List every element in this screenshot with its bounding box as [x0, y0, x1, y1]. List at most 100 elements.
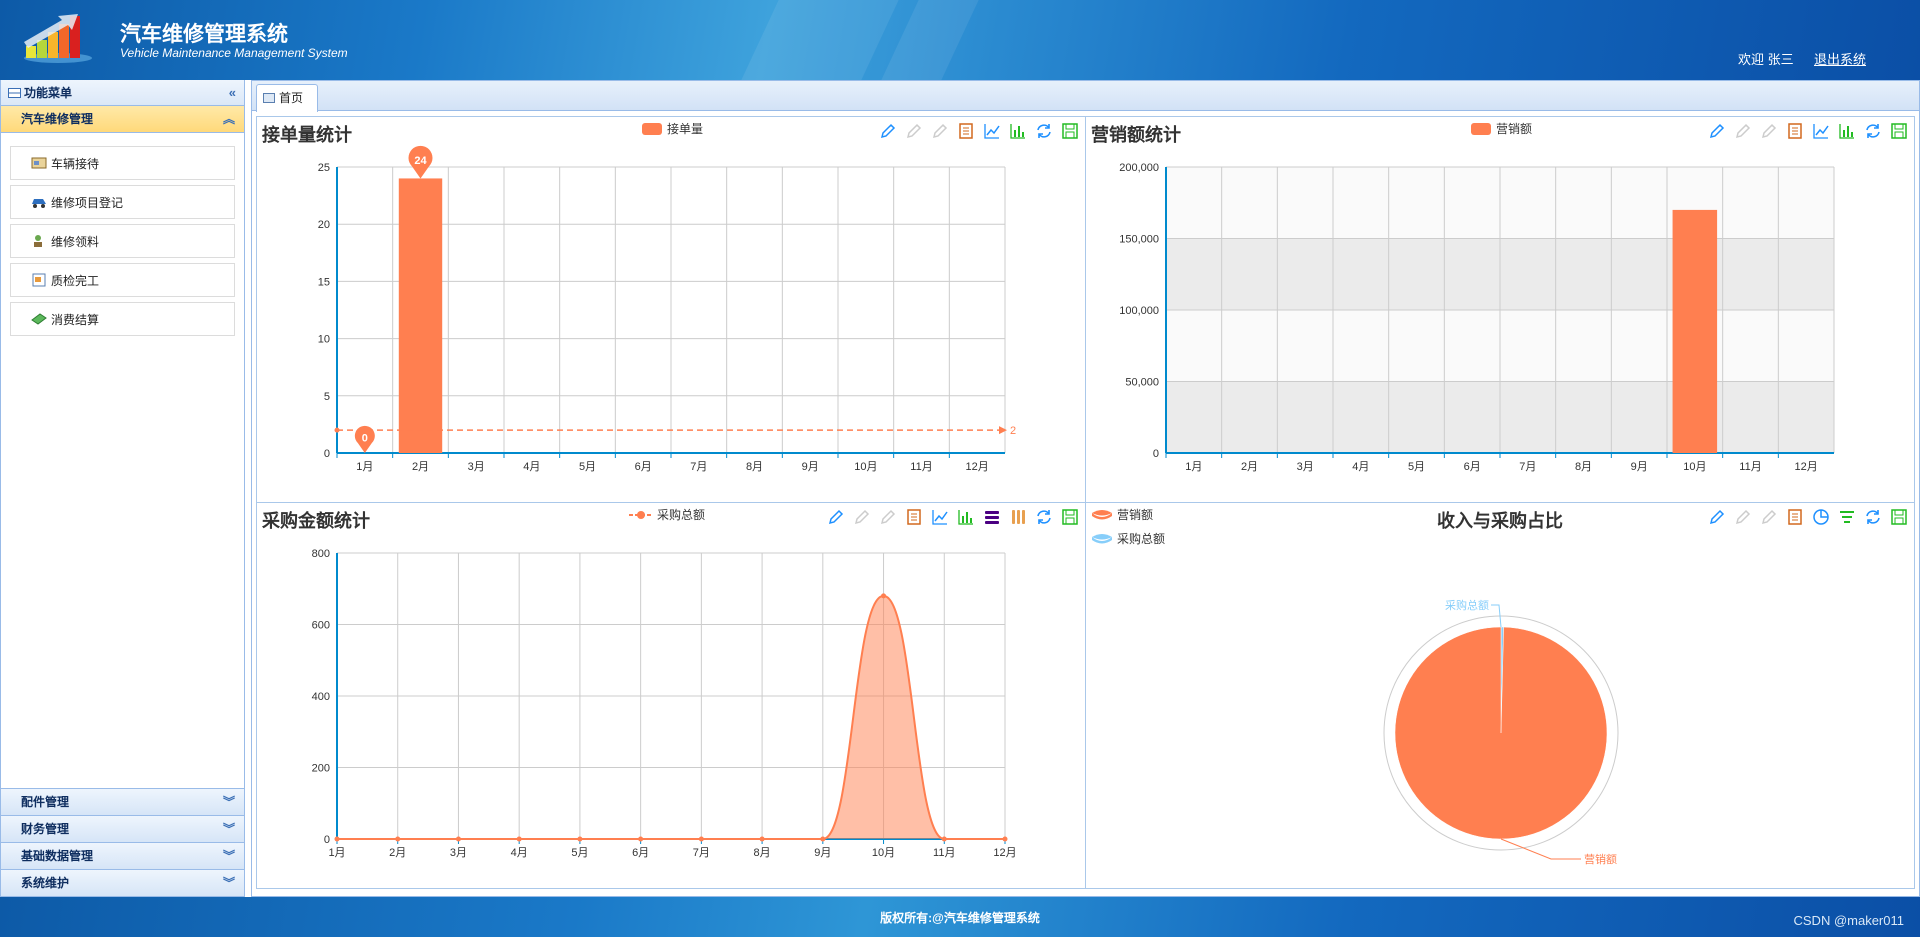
restore-icon[interactable]	[1864, 508, 1882, 526]
data-point	[395, 836, 401, 842]
y-tick-label: 10	[318, 334, 330, 346]
save-icon[interactable]	[1061, 508, 1079, 526]
app-logo	[24, 14, 92, 63]
legend-label: 采购总额	[1117, 532, 1166, 546]
chart-legend[interactable]: 接单量	[642, 120, 703, 137]
line-icon[interactable]	[983, 122, 1001, 140]
menu-item-repair-materials[interactable]: 维修领料	[10, 224, 235, 258]
inspection-icon	[32, 273, 46, 287]
bar-icon-part	[962, 516, 964, 523]
chart-title: 收入与采购占比	[1437, 511, 1563, 532]
mark-undo-icon-part	[1735, 509, 1751, 525]
menu-item-settlement[interactable]: 消费结算	[10, 302, 235, 336]
bar-icon[interactable]	[957, 508, 975, 526]
mark-icon[interactable]	[1708, 122, 1726, 140]
user-tool-icon	[34, 235, 42, 247]
data-view-icon[interactable]	[1786, 508, 1804, 526]
mark-undo-icon[interactable]	[1734, 508, 1752, 526]
chart-legend[interactable]: 营销额	[1471, 120, 1532, 137]
chevron-down-icon[interactable]: ︾	[223, 870, 235, 897]
mark-icon[interactable]	[827, 508, 845, 526]
stack-icon[interactable]	[983, 508, 1001, 526]
funnel-icon[interactable]	[1838, 508, 1856, 526]
chevron-down-icon[interactable]: ︾	[223, 816, 235, 843]
line-icon[interactable]	[1812, 122, 1830, 140]
restore-icon[interactable]	[1035, 122, 1053, 140]
menu-item-repair-registration[interactable]: 维修项目登记	[10, 185, 235, 219]
chart-legend[interactable]: 采购总额	[629, 506, 705, 523]
mark-clear-icon[interactable]	[1760, 508, 1778, 526]
bar	[1672, 209, 1718, 453]
mark-line-label: 2	[1010, 425, 1016, 437]
mark-undo-icon-part	[1735, 123, 1751, 139]
x-tick-label: 10月	[872, 847, 895, 859]
line-icon[interactable]	[931, 508, 949, 526]
mark-undo-icon[interactable]	[853, 508, 871, 526]
mark-undo-icon[interactable]	[905, 122, 923, 140]
group-parts[interactable]: 配件管理 ︾	[1, 789, 244, 816]
mark-clear-icon[interactable]	[1760, 122, 1778, 140]
x-tick-label: 6月	[1464, 461, 1481, 473]
chevron-down-icon[interactable]: ︾	[223, 843, 235, 870]
bar	[398, 178, 443, 453]
mark-icon[interactable]	[879, 122, 897, 140]
group-system[interactable]: 系统维护 ︾	[1, 870, 244, 897]
legend-label: 营销额	[1117, 508, 1154, 522]
pie-icon[interactable]	[1812, 508, 1830, 526]
group-finance[interactable]: 财务管理 ︾	[1, 816, 244, 843]
mark-undo-icon[interactable]	[1734, 122, 1752, 140]
mark-clear-icon[interactable]	[931, 122, 949, 140]
y-tick-label: 20	[318, 219, 330, 231]
stack-icon-part	[985, 516, 999, 519]
line-icon-part	[986, 125, 1000, 136]
save-icon[interactable]	[1890, 508, 1908, 526]
mark-undo-icon-part	[854, 509, 870, 525]
tab-home[interactable]: 首页	[256, 84, 318, 112]
pie-legend-purchase[interactable]: 采购总额	[1091, 530, 1165, 547]
group-vehicle-repair[interactable]: 汽车维修管理 ︽	[1, 106, 244, 133]
chevron-up-icon[interactable]: ︽	[223, 106, 235, 133]
x-tick-label: 10月	[854, 461, 877, 473]
mark-icon-part	[880, 123, 896, 139]
menu-item-label: 车辆接待	[51, 156, 100, 171]
x-tick-label: 6月	[635, 461, 652, 473]
bar-icon[interactable]	[1009, 122, 1027, 140]
x-tick-label: 8月	[754, 847, 771, 859]
data-view-icon[interactable]	[957, 122, 975, 140]
x-tick-label: 3月	[1297, 461, 1314, 473]
chevron-down-icon[interactable]: ︾	[223, 789, 235, 816]
save-icon[interactable]	[1890, 122, 1908, 140]
restore-icon[interactable]	[1864, 122, 1882, 140]
mark-clear-icon-part	[1761, 509, 1777, 525]
bar-icon[interactable]	[1838, 122, 1856, 140]
menu-item-quality-check[interactable]: 质检完工	[10, 263, 235, 297]
menu-item-label: 质检完工	[51, 273, 100, 288]
x-tick-label: 5月	[579, 461, 596, 473]
collapse-sidebar-icon[interactable]: «	[229, 80, 236, 106]
data-view-icon[interactable]	[1786, 122, 1804, 140]
mark-clear-icon-part	[880, 509, 896, 525]
mark-clear-icon[interactable]	[879, 508, 897, 526]
legend-label: 接单量	[667, 122, 704, 136]
bar-icon-part	[966, 512, 968, 523]
data-view-icon[interactable]	[905, 508, 923, 526]
menu-item-label: 消费结算	[51, 312, 100, 327]
orders-chart-panel: 接单量统计 接单量 0 5 10 15 20 25 1月 2月 3月 4月 5月 6月 7月 8月 9月 10…	[256, 116, 1086, 503]
x-tick-label: 11月	[1739, 461, 1761, 473]
x-tick-label: 1月	[356, 461, 373, 473]
card-icon	[31, 157, 47, 169]
mark-icon[interactable]	[1708, 508, 1726, 526]
x-tick-label: 12月	[1795, 461, 1818, 473]
x-tick-label: 2月	[1241, 461, 1258, 473]
home-icon	[263, 93, 275, 103]
group-base-data[interactable]: 基础数据管理 ︾	[1, 843, 244, 870]
menu-item-vehicle-reception[interactable]: 车辆接待	[10, 146, 235, 180]
pie-legend-sales[interactable]: 营销额	[1091, 506, 1153, 523]
tiled-icon[interactable]	[1009, 508, 1027, 526]
save-icon[interactable]	[1061, 122, 1079, 140]
bar-icon-part	[1847, 126, 1849, 137]
purchase-area-chart: 0 200 400 600 800 1月 2月 3月 4月 5月 6月 7月 8月 9月 10月 11月 12月	[312, 548, 1017, 859]
y-tick-label: 0	[324, 834, 330, 846]
restore-icon[interactable]	[1035, 508, 1053, 526]
logout-link[interactable]: 退出系统	[1814, 49, 1866, 68]
